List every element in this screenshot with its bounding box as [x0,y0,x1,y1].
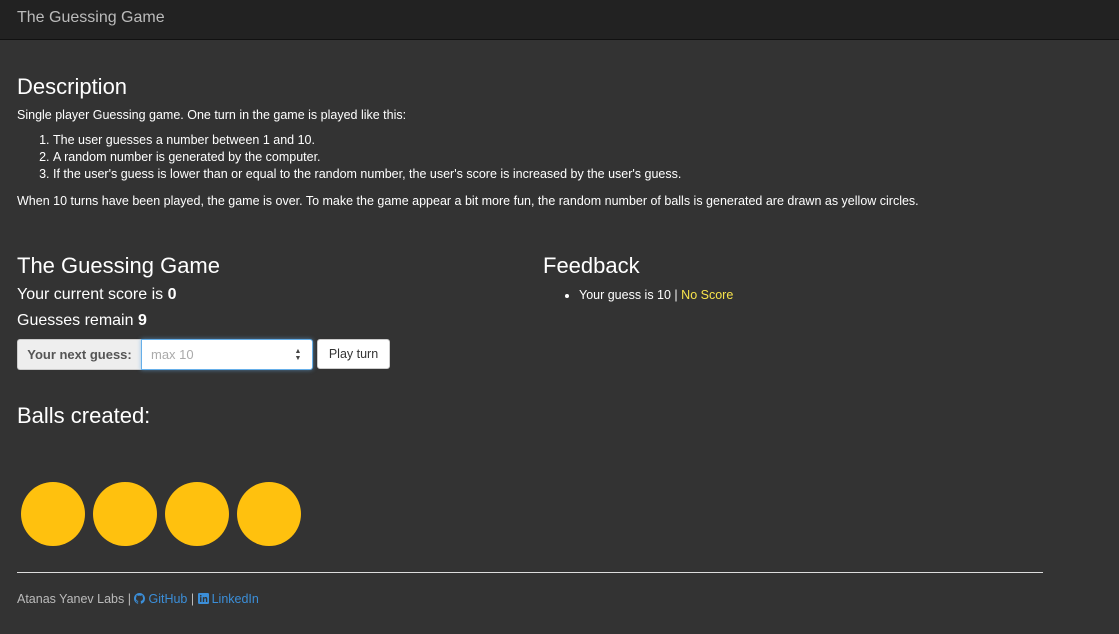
linkedin-icon [197,592,209,608]
app-title[interactable]: The Guessing Game [17,9,165,27]
score-label: Your current score is [17,286,164,303]
number-spinner-icon[interactable]: ▲ ▼ [294,348,302,362]
game-heading: The Guessing Game [17,253,220,278]
footer: Atanas Yanev Labs | GitHub | LinkedIn [17,591,259,608]
ball [237,482,301,546]
feedback-item: Your guess is 10 | No Score [579,286,733,304]
guess-input[interactable] [142,340,281,369]
feedback-guess-text: Your guess is 10 | [579,288,678,302]
ball [165,482,229,546]
ball [21,482,85,546]
ball [93,482,157,546]
feedback-heading: Feedback [543,253,640,278]
guess-form: Your next guess: ▲▼ Play turn [17,339,390,370]
guesses-remain-value: 9 [137,312,147,329]
guesses-remain-label: Guesses remain [17,312,134,329]
description-step: If the user's guess is lower than or equ… [53,166,681,183]
balls-container [21,482,309,546]
linkedin-link[interactable]: LinkedIn [197,592,259,608]
github-link[interactable]: GitHub [134,592,187,606]
play-turn-button[interactable]: Play turn [317,339,390,369]
description-intro: Single player Guessing game. One turn in… [17,108,407,122]
github-link-label[interactable]: GitHub [148,592,187,606]
feedback-result: No Score [681,288,734,302]
description-step: A random number is generated by the comp… [53,149,681,166]
description-steps: The user guesses a number between 1 and … [17,132,681,183]
footer-separator: | [190,592,195,606]
guess-addon-label: Your next guess: [17,339,141,370]
balls-heading: Balls created: [17,403,151,428]
score-value: 0 [167,286,177,303]
footer-divider [17,572,1043,573]
guesses-remain-line: Guesses remain 9 [17,311,147,331]
description-step: The user guesses a number between 1 and … [53,132,681,149]
feedback-list: Your guess is 10 | No Score [543,286,733,304]
linkedin-link-label[interactable]: LinkedIn [212,592,259,606]
description-heading: Description [17,74,128,99]
guess-input-wrapper[interactable]: ▲▼ [141,339,313,370]
navbar: The Guessing Game [0,0,1119,40]
score-line: Your current score is 0 [17,285,177,305]
github-icon [134,592,146,608]
description-outro: When 10 turns have been played, the game… [17,194,919,208]
footer-owner: Atanas Yanev Labs | [17,592,131,606]
